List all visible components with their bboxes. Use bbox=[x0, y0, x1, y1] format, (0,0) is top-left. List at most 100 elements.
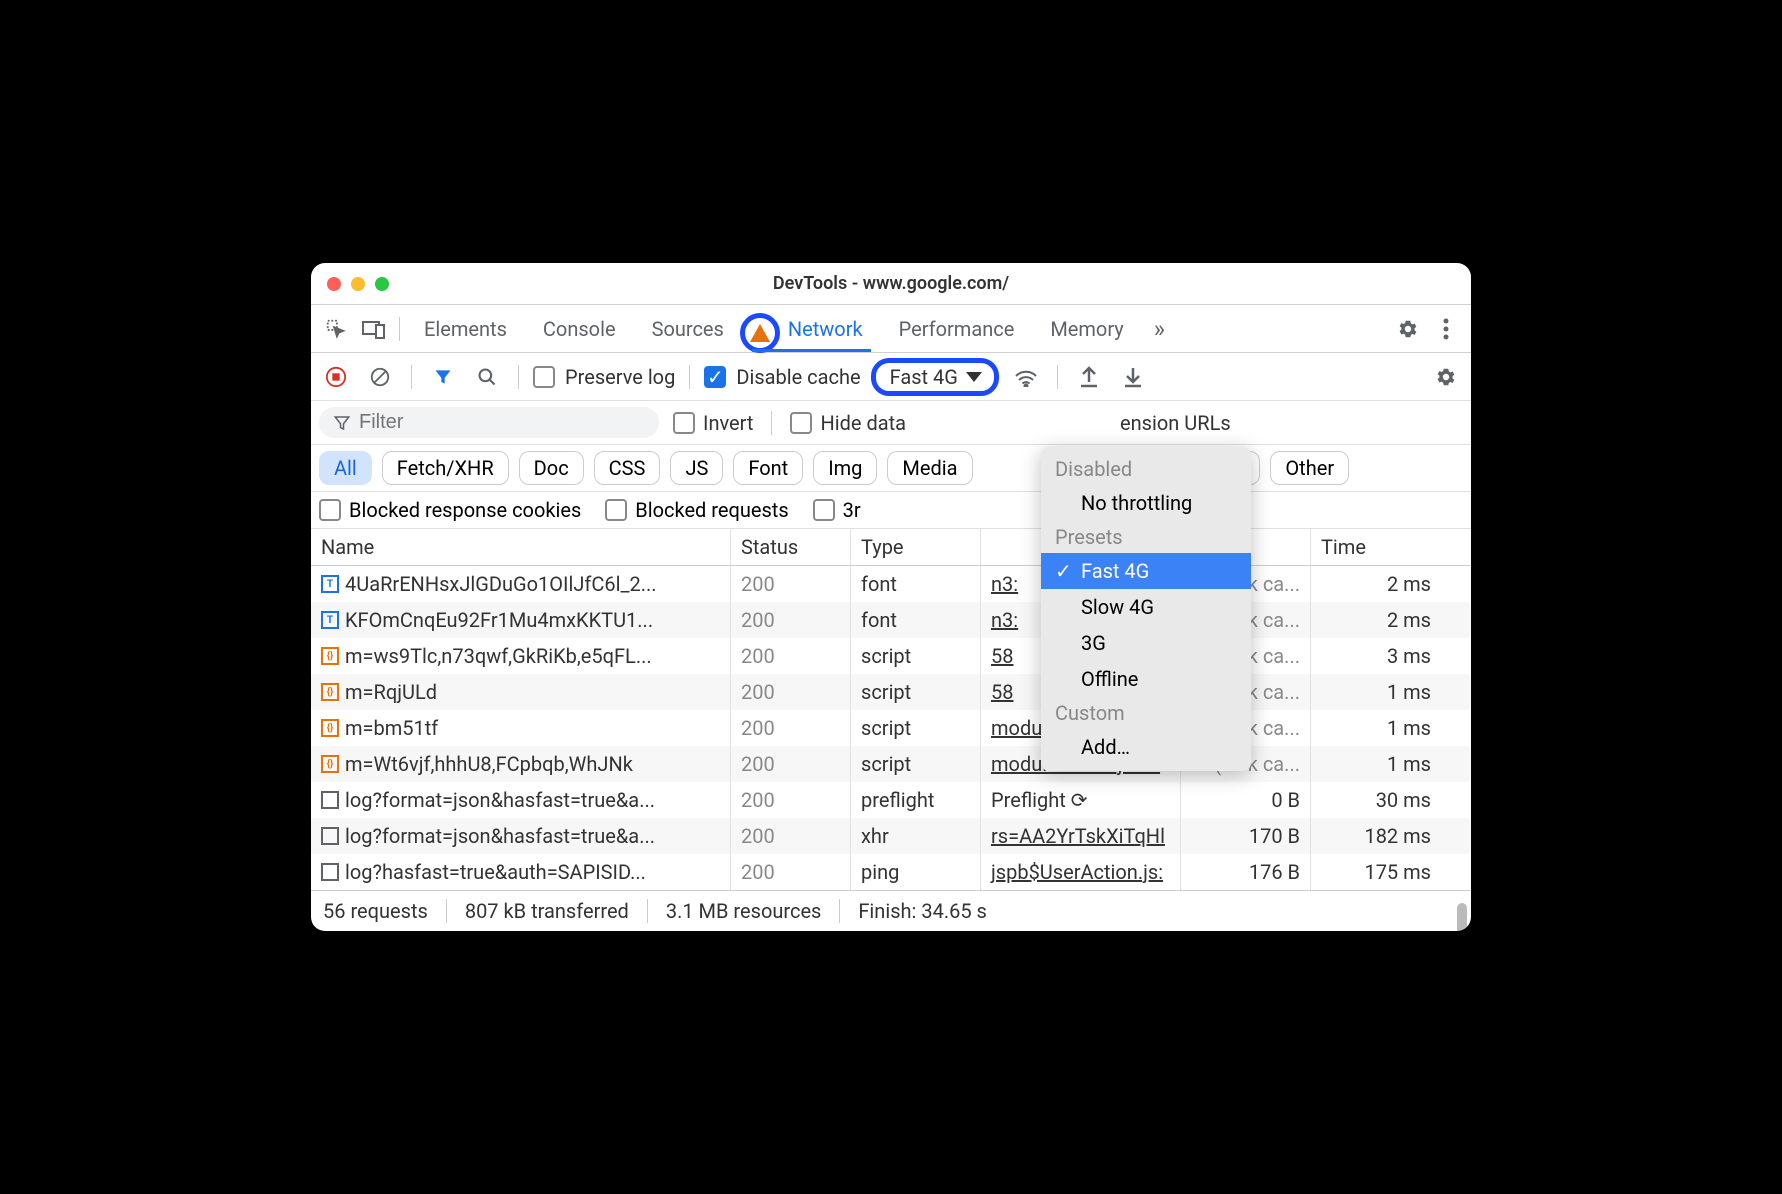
request-initiator: rs=AA2YrTskXiTqHl bbox=[981, 818, 1181, 854]
chip-font[interactable]: Font bbox=[733, 451, 803, 485]
invert-checkbox[interactable] bbox=[673, 412, 695, 434]
chip-all[interactable]: All bbox=[319, 451, 372, 485]
chip-media[interactable]: Media bbox=[887, 451, 972, 485]
column-name[interactable]: Name bbox=[311, 529, 731, 565]
search-icon[interactable] bbox=[470, 360, 504, 394]
tab-performance[interactable]: Performance bbox=[883, 307, 1031, 351]
tab-console[interactable]: Console bbox=[527, 307, 632, 351]
throttling-select[interactable]: Fast 4G bbox=[871, 358, 999, 396]
table-row[interactable]: T KFOmCnqEu92Fr1Mu4mxKKTU1... 200 font n… bbox=[311, 602, 1471, 638]
table-row[interactable]: log?format=json&hasfast=true&a... 200 xh… bbox=[311, 818, 1471, 854]
initiator-link[interactable]: rs=AA2YrTskXiTqHl bbox=[991, 824, 1165, 848]
filter-input-wrap[interactable] bbox=[319, 407, 659, 438]
scrollbar-thumb[interactable] bbox=[1457, 903, 1467, 931]
devtools-window: DevTools - www.google.com/ Elements Cons… bbox=[311, 263, 1471, 931]
initiator-link[interactable]: jspb$UserAction.js: bbox=[991, 860, 1163, 884]
chip-doc[interactable]: Doc bbox=[519, 451, 584, 485]
request-name: log?hasfast=true&auth=SAPISID... bbox=[345, 860, 646, 884]
third-party-checkbox[interactable] bbox=[813, 499, 835, 521]
table-row[interactable]: {} m=ws9Tlc,n73qwf,GkRiKb,e5qFL... 200 s… bbox=[311, 638, 1471, 674]
minimize-window-button[interactable] bbox=[351, 277, 365, 291]
settings-icon[interactable] bbox=[1391, 312, 1425, 346]
request-type: script bbox=[851, 746, 981, 782]
more-tabs-button[interactable]: » bbox=[1144, 315, 1175, 343]
blocked-requests-checkbox[interactable] bbox=[605, 499, 627, 521]
tab-network[interactable]: Network bbox=[744, 307, 879, 351]
device-toggle-icon[interactable] bbox=[357, 312, 391, 346]
chip-fetch-xhr[interactable]: Fetch/XHR bbox=[382, 451, 509, 485]
throttling-selected-value: Fast 4G bbox=[890, 365, 958, 389]
request-status: 200 bbox=[731, 710, 851, 746]
request-status: 200 bbox=[731, 818, 851, 854]
dropdown-item-slow-4g[interactable]: Slow 4G bbox=[1041, 589, 1251, 625]
clear-button[interactable] bbox=[363, 360, 397, 394]
record-button[interactable] bbox=[319, 360, 353, 394]
disable-cache-checkbox[interactable]: ✓ bbox=[704, 366, 726, 388]
third-party-label-partial: 3r bbox=[843, 498, 861, 522]
dropdown-item-offline[interactable]: Offline bbox=[1041, 661, 1251, 697]
dropdown-section-presets: Presets bbox=[1041, 521, 1251, 553]
window-title: DevTools - www.google.com/ bbox=[311, 273, 1471, 294]
initiator-link[interactable]: 58 bbox=[991, 644, 1013, 668]
preserve-log-checkbox[interactable] bbox=[533, 366, 555, 388]
request-type: script bbox=[851, 710, 981, 746]
table-row[interactable]: {} m=bm51tf 200 script moduleloader.js:5… bbox=[311, 710, 1471, 746]
initiator-link[interactable]: n3: bbox=[991, 572, 1018, 596]
divider bbox=[518, 365, 519, 389]
network-conditions-icon[interactable] bbox=[1009, 360, 1043, 394]
dropdown-item-fast-4g[interactable]: Fast 4G bbox=[1041, 553, 1251, 589]
network-settings-icon[interactable] bbox=[1429, 360, 1463, 394]
inspect-icon[interactable] bbox=[319, 312, 353, 346]
tab-elements[interactable]: Elements bbox=[408, 307, 523, 351]
initiator-link[interactable]: n3: bbox=[991, 608, 1018, 632]
filter-input[interactable] bbox=[359, 411, 645, 434]
status-transferred: 807 kB transferred bbox=[447, 899, 648, 923]
request-time: 3 ms bbox=[1311, 638, 1441, 674]
filter-icon[interactable] bbox=[426, 360, 460, 394]
chip-other[interactable]: Other bbox=[1270, 451, 1349, 485]
column-type[interactable]: Type bbox=[851, 529, 981, 565]
download-har-icon[interactable] bbox=[1116, 360, 1150, 394]
table-row[interactable]: log?hasfast=true&auth=SAPISID... 200 pin… bbox=[311, 854, 1471, 890]
status-finish: Finish: 34.65 s bbox=[840, 899, 1005, 923]
table-row[interactable]: {} m=Wt6vjf,hhhU8,FCpbqb,WhJNk 200 scrip… bbox=[311, 746, 1471, 782]
dropdown-item-no-throttling[interactable]: No throttling bbox=[1041, 485, 1251, 521]
upload-har-icon[interactable] bbox=[1072, 360, 1106, 394]
close-window-button[interactable] bbox=[327, 277, 341, 291]
preserve-log-label: Preserve log bbox=[565, 365, 675, 389]
tab-sources[interactable]: Sources bbox=[636, 307, 740, 351]
titlebar: DevTools - www.google.com/ bbox=[311, 263, 1471, 305]
invert-label: Invert bbox=[703, 411, 753, 435]
table-row[interactable]: T 4UaRrENHsxJlGDuGo1OIlJfC6l_2... 200 fo… bbox=[311, 566, 1471, 602]
request-time: 1 ms bbox=[1311, 746, 1441, 782]
table-row[interactable]: log?format=json&hasfast=true&a... 200 pr… bbox=[311, 782, 1471, 818]
kebab-menu-icon[interactable] bbox=[1429, 312, 1463, 346]
column-status[interactable]: Status bbox=[731, 529, 851, 565]
doc-file-icon bbox=[321, 791, 339, 809]
initiator-link[interactable]: 58 bbox=[991, 680, 1013, 704]
dropdown-item-3g[interactable]: 3G bbox=[1041, 625, 1251, 661]
hide-data-checkbox[interactable] bbox=[790, 412, 812, 434]
maximize-window-button[interactable] bbox=[375, 277, 389, 291]
throttling-dropdown: Disabled No throttling Presets Fast 4G S… bbox=[1041, 447, 1251, 771]
font-file-icon: T bbox=[321, 575, 339, 593]
table-row[interactable]: {} m=RqjULd 200 script 58 (disk ca... 1 … bbox=[311, 674, 1471, 710]
request-time: 175 ms bbox=[1311, 854, 1441, 890]
request-name: log?format=json&hasfast=true&a... bbox=[345, 824, 655, 848]
chip-img[interactable]: Img bbox=[813, 451, 877, 485]
requests-table: Name Status Type Size Time T 4UaRrENHsxJ… bbox=[311, 529, 1471, 890]
request-size: 0 B bbox=[1181, 782, 1311, 818]
request-size: 176 B bbox=[1181, 854, 1311, 890]
chip-js[interactable]: JS bbox=[670, 451, 723, 485]
request-status: 200 bbox=[731, 566, 851, 602]
request-status: 200 bbox=[731, 746, 851, 782]
column-time[interactable]: Time bbox=[1311, 529, 1441, 565]
dropdown-item-add[interactable]: Add… bbox=[1041, 729, 1251, 765]
request-name: m=Wt6vjf,hhhU8,FCpbqb,WhJNk bbox=[345, 752, 633, 776]
request-status: 200 bbox=[731, 674, 851, 710]
tab-memory[interactable]: Memory bbox=[1034, 307, 1139, 351]
chip-css[interactable]: CSS bbox=[594, 451, 661, 485]
request-status: 200 bbox=[731, 602, 851, 638]
divider bbox=[1057, 365, 1058, 389]
blocked-response-cookies-checkbox[interactable] bbox=[319, 499, 341, 521]
